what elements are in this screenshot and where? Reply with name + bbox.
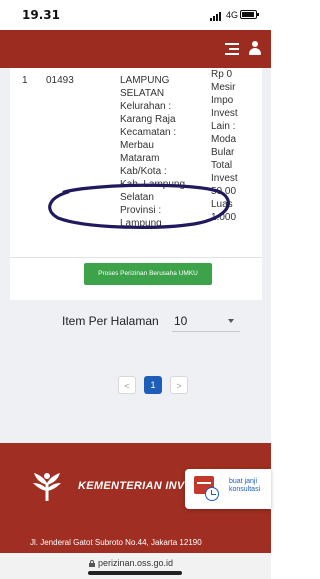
per-page-value: 10 — [174, 314, 188, 328]
location-line: Kab/Kota : — [120, 166, 167, 177]
clock-icon — [205, 487, 219, 501]
browser-url-bar[interactable]: perizinan.oss.go.id — [0, 553, 271, 579]
per-page-label: Item Per Halaman — [62, 314, 159, 328]
status-bar: 19.31 4G — [0, 0, 271, 30]
url-text: perizinan.oss.go.id — [98, 558, 174, 568]
location-line: Kelurahan : — [120, 101, 172, 112]
investment-line: Total — [211, 160, 233, 171]
current-page-button[interactable]: 1 — [144, 376, 162, 394]
location-line: Karang Raja — [120, 114, 176, 125]
status-time: 19.31 — [22, 8, 60, 22]
location-line: Merbau — [120, 140, 154, 151]
location-line: Kecamatan : — [120, 127, 177, 138]
annotation-ellipse — [48, 183, 230, 229]
investment-line: Bular — [211, 147, 235, 158]
row-location: LAMPUNG SELATAN Kelurahan : Karang Raja … — [120, 74, 206, 262]
investment-line: Impo — [211, 95, 234, 106]
process-licensing-button[interactable]: Proses Perizinan Berusaha UMKU — [84, 263, 212, 285]
prev-page-button[interactable]: < — [118, 376, 136, 394]
investment-line: Invest — [211, 108, 238, 119]
investment-line: Rp 0 — [211, 69, 233, 80]
hamburger-icon[interactable] — [225, 42, 239, 56]
lock-icon — [89, 560, 95, 567]
consultation-label: buat janji konsultasi — [229, 478, 261, 493]
location-line: SELATAN — [120, 88, 165, 99]
row-divider — [10, 257, 262, 258]
row-number: 1 — [22, 75, 28, 86]
investment-line: Lain : — [211, 121, 236, 132]
network-label: 4G — [226, 10, 239, 20]
user-icon[interactable] — [249, 41, 261, 56]
investment-line: Mesir — [211, 82, 236, 93]
location-line: Mataram — [120, 153, 160, 164]
battery-icon — [240, 10, 259, 19]
home-indicator — [88, 571, 182, 575]
per-page-select[interactable]: 10 — [172, 310, 240, 332]
signal-icon — [210, 12, 224, 21]
consultation-button[interactable]: buat janji konsultasi — [185, 469, 271, 509]
ministry-logo-icon — [33, 473, 61, 501]
row-id: 01493 — [46, 75, 74, 86]
app-header — [0, 30, 271, 68]
investment-line: Moda — [211, 134, 237, 145]
next-page-button[interactable]: > — [170, 376, 188, 394]
location-line: LAMPUNG — [120, 75, 170, 86]
chevron-down-icon — [228, 319, 234, 323]
pagination: < 1 > — [118, 376, 188, 398]
ministry-title: KEMENTERIAN INV — [78, 480, 185, 492]
ministry-address: Jl. Jenderal Gatot Subroto No.44, Jakart… — [30, 538, 202, 547]
